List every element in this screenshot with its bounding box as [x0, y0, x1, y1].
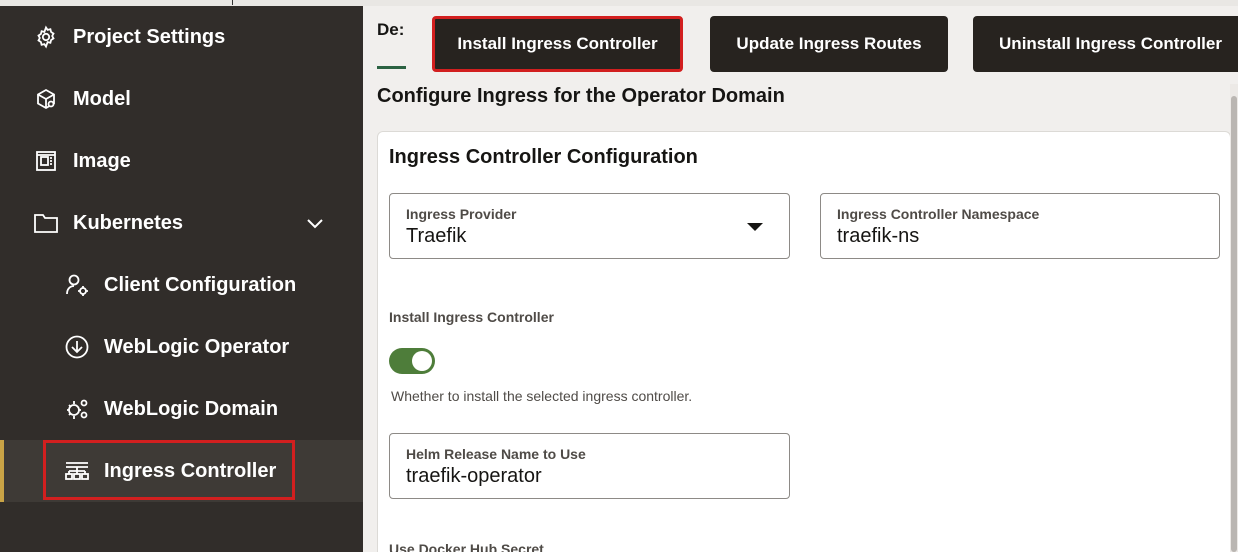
- sidebar-item-weblogic-domain[interactable]: WebLogic Domain: [0, 378, 363, 440]
- helm-release-name-field[interactable]: Helm Release Name to Use traefik-operato…: [389, 433, 790, 499]
- main-content: De: Install Ingress Controller Update In…: [363, 6, 1238, 552]
- namespace-label: Ingress Controller Namespace: [837, 206, 1040, 222]
- update-ingress-routes-button[interactable]: Update Ingress Routes: [710, 16, 948, 72]
- scrollbar-thumb[interactable]: [1231, 96, 1237, 552]
- namespace-value: traefik-ns: [837, 225, 920, 247]
- tab-design-view[interactable]: De:: [377, 20, 404, 40]
- ingress-provider-value: Traefik: [406, 225, 467, 247]
- sidebar-item-weblogic-operator[interactable]: WebLogic Operator: [0, 316, 363, 378]
- sidebar-item-label: WebLogic Operator: [104, 335, 290, 358]
- sidebar-item-image[interactable]: Image: [0, 130, 363, 192]
- sidebar-item-label: WebLogic Domain: [104, 397, 279, 420]
- helm-release-label: Helm Release Name to Use: [406, 446, 586, 462]
- sidebar-item-kubernetes[interactable]: Kubernetes: [0, 192, 363, 254]
- sidebar-item-label: Client Configuration: [104, 273, 297, 296]
- image-icon: [33, 148, 59, 174]
- install-ingress-controller-label: Install Ingress Controller: [389, 309, 554, 325]
- ingress-provider-label: Ingress Provider: [406, 206, 517, 222]
- sidebar-item-label: Model: [73, 87, 131, 110]
- sidebar-item-label: Kubernetes: [73, 211, 184, 234]
- selection-highlight: [43, 440, 295, 500]
- sidebar-item-client-configuration[interactable]: Client Configuration: [0, 254, 363, 316]
- sidebar-item-ingress-controller[interactable]: Ingress Controller: [0, 440, 363, 502]
- gear-icon: [33, 24, 59, 50]
- docker-hub-secret-label: Use Docker Hub Secret: [389, 541, 544, 552]
- helm-release-value: traefik-operator: [406, 465, 542, 487]
- chevron-down-icon[interactable]: [305, 213, 325, 233]
- uninstall-ingress-controller-button[interactable]: Uninstall Ingress Controller: [973, 16, 1238, 72]
- page-title: Configure Ingress for the Operator Domai…: [377, 85, 785, 107]
- ingress-controller-configuration-card: Ingress Controller Configuration Ingress…: [377, 131, 1231, 552]
- sidebar-item-model[interactable]: Model: [0, 68, 363, 130]
- install-ingress-controller-toggle[interactable]: [389, 348, 435, 374]
- sidebar: Project Settings Model Image Kubernetes: [0, 6, 363, 552]
- ingress-provider-select[interactable]: Ingress Provider Traefik: [389, 193, 790, 259]
- sidebar-item-label: Project Settings: [73, 25, 226, 48]
- folder-icon: [33, 210, 59, 236]
- download-circle-icon: [64, 334, 90, 360]
- domain-icon: [64, 396, 90, 422]
- tab-active-underline: [377, 66, 406, 69]
- toggle-knob: [412, 351, 432, 371]
- active-indicator: [0, 440, 4, 502]
- sidebar-item-project-settings[interactable]: Project Settings: [0, 6, 363, 68]
- user-settings-icon: [64, 272, 90, 298]
- card-title: Ingress Controller Configuration: [389, 146, 698, 168]
- install-ingress-controller-button[interactable]: Install Ingress Controller: [432, 16, 683, 72]
- install-help-text: Whether to install the selected ingress …: [391, 388, 693, 404]
- model-icon: [33, 86, 59, 112]
- dropdown-arrow-icon: [747, 223, 763, 231]
- ingress-controller-namespace-field[interactable]: Ingress Controller Namespace traefik-ns: [820, 193, 1220, 259]
- sidebar-item-label: Image: [73, 149, 131, 172]
